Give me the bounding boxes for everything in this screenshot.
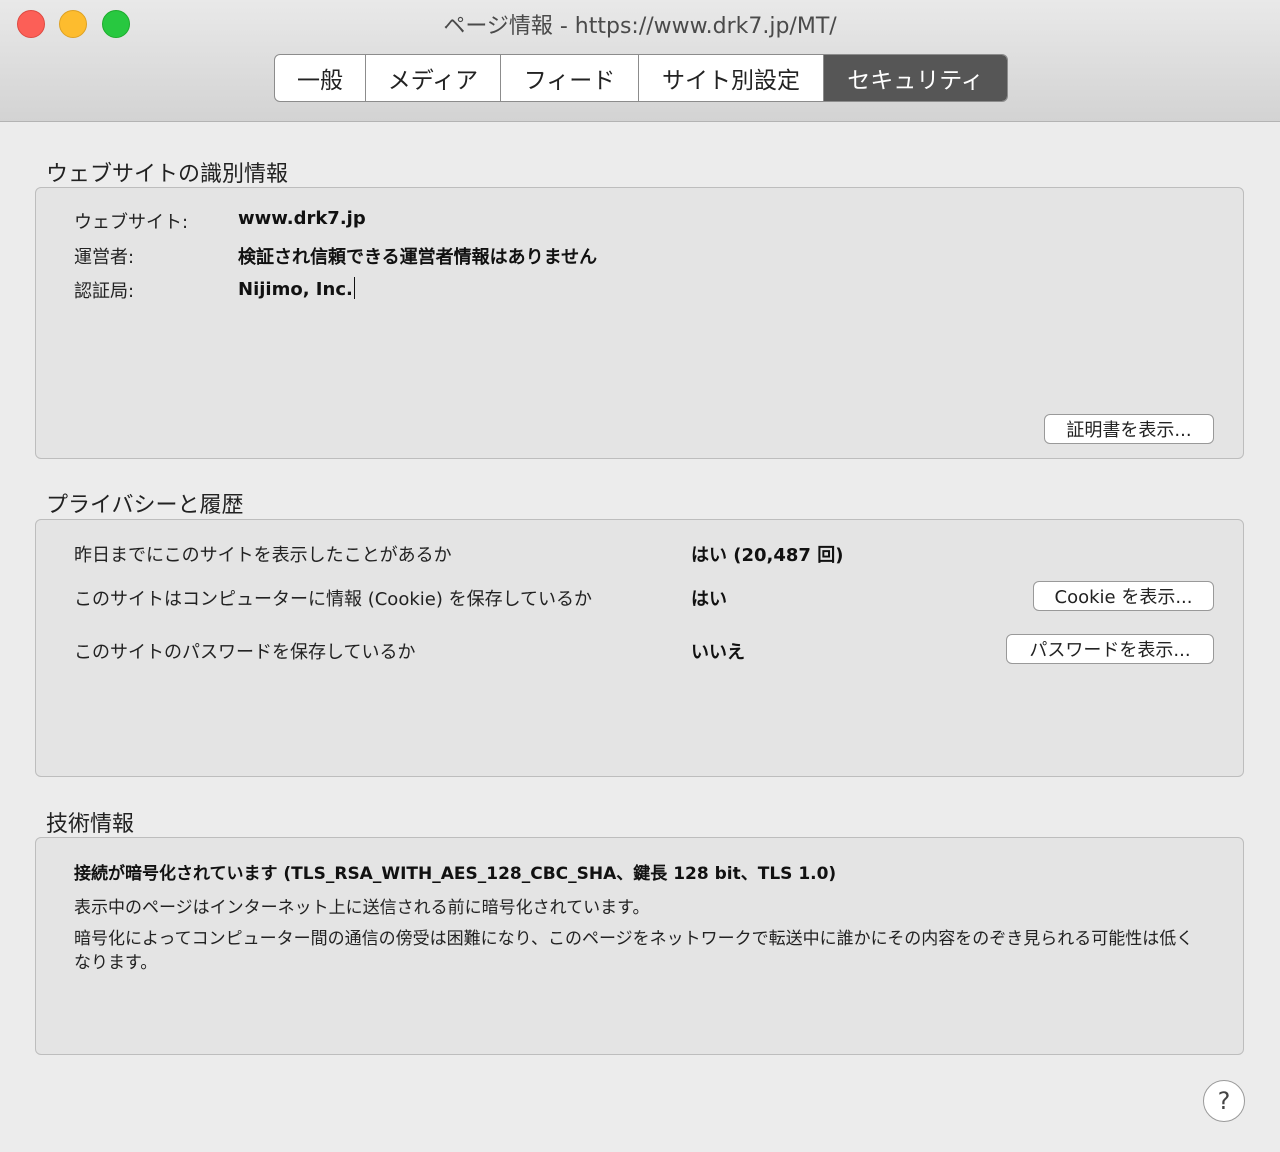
cookie-question: このサイトはコンピューターに情報 (Cookie) を保存しているか xyxy=(74,589,593,610)
tab-feed[interactable]: フィード xyxy=(501,55,639,101)
identity-panel: ウェブサイト: www.drk7.jp 運営者: 検証され信頼できる運営者情報は… xyxy=(35,187,1244,459)
encryption-description: 表示中のページはインターネット上に送信される前に暗号化されています。 xyxy=(74,898,650,918)
privacy-section-title: プライバシーと履歴 xyxy=(46,493,244,518)
cookie-answer: はい xyxy=(691,589,727,610)
tab-media[interactable]: メディア xyxy=(366,55,501,101)
privacy-panel: 昨日までにこのサイトを表示したことがあるか はい (20,487 回) このサイ… xyxy=(35,519,1244,777)
encryption-headline: 接続が暗号化されています (TLS_RSA_WITH_AES_128_CBC_S… xyxy=(74,864,837,884)
text-cursor xyxy=(353,277,355,299)
view-cookies-button[interactable]: Cookie を表示... xyxy=(1033,581,1214,611)
owner-label: 運営者: xyxy=(74,247,135,268)
tab-general[interactable]: 一般 xyxy=(275,55,366,101)
view-passwords-button[interactable]: パスワードを表示... xyxy=(1006,634,1214,664)
website-label: ウェブサイト: xyxy=(74,212,189,233)
password-answer: いいえ xyxy=(691,642,745,663)
issuer-label: 認証局: xyxy=(74,281,135,302)
view-certificate-button[interactable]: 証明書を表示... xyxy=(1044,414,1214,444)
issuer-value: Nijimo, Inc. xyxy=(238,279,353,300)
title-bar: ページ情報 - https://www.drk7.jp/MT/ 一般 メディア … xyxy=(0,0,1280,122)
identity-section-title: ウェブサイトの識別情報 xyxy=(46,162,289,187)
technical-panel: 接続が暗号化されています (TLS_RSA_WITH_AES_128_CBC_S… xyxy=(35,837,1244,1055)
issuer-field[interactable]: Nijimo, Inc. xyxy=(238,277,355,300)
tab-security[interactable]: セキュリティ xyxy=(824,55,1007,101)
website-value: www.drk7.jp xyxy=(238,208,366,229)
technical-section-title: 技術情報 xyxy=(46,812,135,837)
visited-answer: はい (20,487 回) xyxy=(691,545,844,566)
password-question: このサイトのパスワードを保存しているか xyxy=(74,642,416,663)
visited-question: 昨日までにこのサイトを表示したことがあるか xyxy=(74,545,452,566)
encryption-explanation: 暗号化によってコンピューター間の通信の傍受は困難になり、このページをネットワーク… xyxy=(74,929,1194,973)
window-title: ページ情報 - https://www.drk7.jp/MT/ xyxy=(443,14,837,39)
tab-bar: 一般 メディア フィード サイト別設定 セキュリティ xyxy=(274,54,1008,102)
help-button[interactable]: ? xyxy=(1203,1080,1245,1122)
tab-site-settings[interactable]: サイト別設定 xyxy=(639,55,824,101)
owner-value: 検証され信頼できる運営者情報はありません xyxy=(238,247,598,268)
